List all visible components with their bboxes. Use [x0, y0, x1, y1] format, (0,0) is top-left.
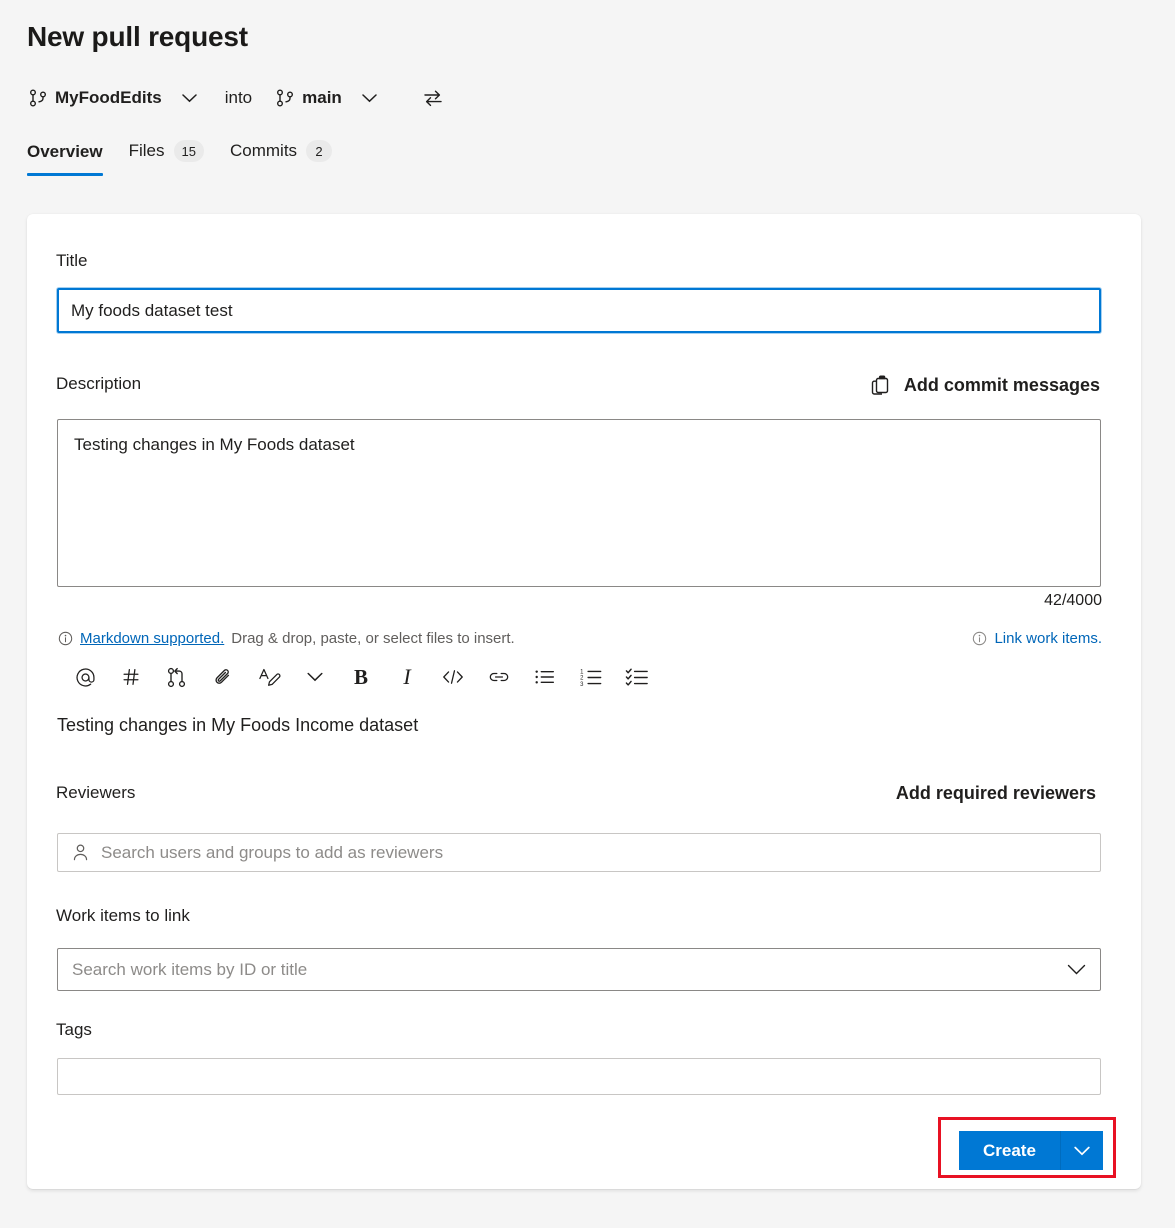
- create-button-group: Create: [959, 1131, 1103, 1170]
- add-required-reviewers-button[interactable]: Add required reviewers: [890, 782, 1102, 805]
- mention-icon[interactable]: [62, 658, 108, 696]
- person-icon: [72, 843, 89, 862]
- markdown-help-row: Markdown supported. Drag & drop, paste, …: [58, 630, 515, 647]
- git-branch-icon: [29, 88, 47, 108]
- tab-commits-badge: 2: [306, 140, 332, 162]
- work-items-placeholder: Search work items by ID or title: [72, 960, 1067, 980]
- into-label: into: [225, 88, 252, 108]
- description-textarea[interactable]: [57, 419, 1101, 587]
- markdown-help-text: Drag & drop, paste, or select files to i…: [231, 630, 514, 647]
- numbered-list-icon[interactable]: 1 2 3: [568, 658, 614, 696]
- description-field-label: Description: [56, 374, 141, 394]
- new-pull-request-page: New pull request MyFoodEdits into: [0, 0, 1175, 1228]
- swap-branches-icon[interactable]: [419, 85, 447, 111]
- create-button-highlight-annotation: Create: [938, 1117, 1116, 1178]
- bulleted-list-icon[interactable]: [522, 658, 568, 696]
- character-counter: 42/4000: [1044, 592, 1102, 610]
- branch-selector-bar: MyFoodEdits into main: [27, 80, 447, 116]
- checklist-icon[interactable]: [614, 658, 660, 696]
- link-work-items-label: Link work items.: [994, 630, 1102, 647]
- title-input[interactable]: [57, 288, 1101, 333]
- title-field-label: Title: [56, 251, 88, 271]
- code-icon[interactable]: [430, 658, 476, 696]
- work-items-field-label: Work items to link: [56, 906, 190, 926]
- svg-text:1: 1: [580, 669, 584, 675]
- link-work-items-link[interactable]: Link work items.: [972, 630, 1102, 647]
- tab-commits-label: Commits: [230, 141, 297, 161]
- create-button[interactable]: Create: [959, 1131, 1061, 1170]
- chevron-down-icon: [362, 94, 377, 103]
- markdown-supported-link[interactable]: Markdown supported.: [80, 630, 224, 647]
- bold-icon[interactable]: B: [338, 658, 384, 696]
- bold-glyph: B: [354, 665, 368, 690]
- reviewers-search-input[interactable]: Search users and groups to add as review…: [57, 833, 1101, 872]
- tab-files[interactable]: Files 15: [129, 140, 204, 176]
- italic-glyph: I: [403, 664, 410, 690]
- highlight-text-icon[interactable]: [246, 658, 292, 696]
- info-circle-icon: [972, 631, 987, 646]
- reviewers-placeholder: Search users and groups to add as review…: [101, 843, 443, 863]
- tags-field-label: Tags: [56, 1020, 92, 1040]
- chevron-down-icon[interactable]: [292, 658, 338, 696]
- italic-icon[interactable]: I: [384, 658, 430, 696]
- target-branch-name: main: [302, 88, 342, 108]
- reviewers-field-label: Reviewers: [56, 783, 135, 803]
- create-dropdown-button[interactable]: [1061, 1131, 1103, 1170]
- add-commit-messages-label: Add commit messages: [904, 375, 1100, 396]
- source-branch-name: MyFoodEdits: [55, 88, 162, 108]
- page-title: New pull request: [27, 21, 248, 53]
- pull-request-form-card: [27, 214, 1141, 1189]
- pull-request-icon[interactable]: [154, 658, 200, 696]
- tab-overview-label: Overview: [27, 142, 103, 162]
- clipboard-icon: [870, 373, 892, 397]
- info-circle-icon: [58, 631, 73, 646]
- attach-file-icon[interactable]: [200, 658, 246, 696]
- markdown-toolbar: B I 1 2: [62, 658, 660, 696]
- git-branch-icon: [276, 88, 294, 108]
- chevron-down-icon: [1074, 1146, 1090, 1156]
- tab-files-label: Files: [129, 141, 165, 161]
- chevron-down-icon[interactable]: [1067, 964, 1086, 975]
- work-item-hash-icon[interactable]: [108, 658, 154, 696]
- tab-commits[interactable]: Commits 2: [230, 140, 332, 176]
- tags-input[interactable]: [57, 1058, 1101, 1095]
- work-items-search-input[interactable]: Search work items by ID or title: [57, 948, 1101, 991]
- tab-overview[interactable]: Overview: [27, 142, 103, 176]
- source-branch-selector[interactable]: MyFoodEdits: [27, 86, 199, 110]
- svg-text:3: 3: [580, 681, 584, 687]
- link-icon[interactable]: [476, 658, 522, 696]
- target-branch-selector[interactable]: main: [274, 86, 379, 110]
- tab-files-badge: 15: [174, 140, 204, 162]
- description-preview-text: Testing changes in My Foods Income datas…: [57, 715, 418, 736]
- chevron-down-icon: [182, 94, 197, 103]
- add-commit-messages-button[interactable]: Add commit messages: [868, 369, 1102, 401]
- pull-request-tabs: Overview Files 15 Commits 2: [27, 140, 332, 176]
- svg-text:2: 2: [580, 675, 584, 681]
